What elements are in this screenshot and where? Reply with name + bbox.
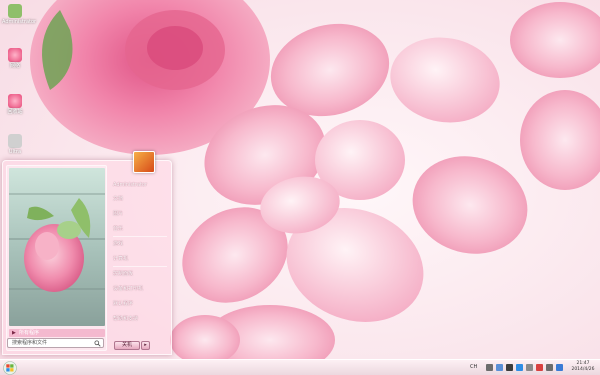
- user-folder-icon: [8, 4, 22, 18]
- rosebud-photo: [9, 168, 105, 326]
- system-clock[interactable]: 21:47 2014/4/26: [568, 361, 598, 373]
- arrow-right-icon: ▶: [12, 330, 16, 336]
- volume-icon[interactable]: [526, 364, 533, 371]
- security-icon[interactable]: [536, 364, 543, 371]
- help-icon[interactable]: [496, 364, 503, 371]
- menu-separator: [113, 236, 167, 237]
- desktop-icon-label: 回收站: [7, 109, 23, 115]
- taskbar: CH 21:47 2014/4/26: [0, 359, 600, 375]
- recycle-bin-icon: [8, 94, 22, 108]
- desktop-icon-label: Ultra: [8, 149, 22, 155]
- desktop-icon-administrator[interactable]: Administrator: [2, 4, 36, 25]
- menu-item-pictures[interactable]: 图片: [113, 210, 123, 218]
- language-indicator[interactable]: CH: [470, 364, 477, 370]
- network-icon: [8, 48, 22, 62]
- shutdown-options-button[interactable]: ▸: [141, 341, 150, 350]
- menu-separator: [113, 266, 167, 267]
- pen-icon[interactable]: [506, 364, 513, 371]
- search-placeholder: 搜索程序和文件: [12, 340, 48, 346]
- menu-item-computer[interactable]: 计算机: [113, 255, 128, 263]
- shutdown-button[interactable]: 关机: [114, 341, 140, 350]
- menu-item-default-programs[interactable]: 默认程序: [113, 300, 133, 308]
- menu-item-documents[interactable]: 文档: [113, 195, 123, 203]
- network-tray-icon[interactable]: [516, 364, 523, 371]
- search-icon: [94, 340, 101, 347]
- menu-item-devices-printers[interactable]: 设备和打印机: [113, 285, 143, 293]
- menu-item-administrator[interactable]: Administrator: [113, 181, 147, 189]
- shortcut-icon: [8, 134, 22, 148]
- start-menu: ▶ 所有程序 搜索程序和文件 Administrator 文档 图片 音乐 游戏…: [2, 151, 172, 355]
- menu-item-games[interactable]: 游戏: [113, 240, 123, 248]
- user-avatar[interactable]: [133, 151, 155, 173]
- keyboard-icon[interactable]: [486, 364, 493, 371]
- clock-date: 2014/4/26: [571, 367, 595, 372]
- desktop-icon-label: Administrator: [2, 19, 37, 25]
- desktop-icon-label: 网络: [9, 63, 20, 69]
- desktop-icon-network[interactable]: 网络: [2, 48, 28, 69]
- shield-icon[interactable]: [556, 364, 563, 371]
- monitor-icon[interactable]: [546, 364, 553, 371]
- all-programs-label: 所有程序: [19, 330, 40, 336]
- desktop-icon-shortcut[interactable]: Ultra: [2, 134, 28, 155]
- start-menu-left-panel: ▶ 所有程序: [6, 165, 107, 351]
- menu-item-help-support[interactable]: 帮助和支持: [113, 315, 138, 323]
- desktop-icon-recycle-bin[interactable]: 回收站: [2, 94, 28, 115]
- windows-orb-icon[interactable]: [3, 361, 17, 375]
- start-search-input[interactable]: 搜索程序和文件: [7, 338, 104, 348]
- menu-item-control-panel[interactable]: 控制面板: [113, 270, 133, 278]
- all-programs-button[interactable]: ▶ 所有程序: [9, 329, 105, 337]
- menu-item-music[interactable]: 音乐: [113, 225, 123, 233]
